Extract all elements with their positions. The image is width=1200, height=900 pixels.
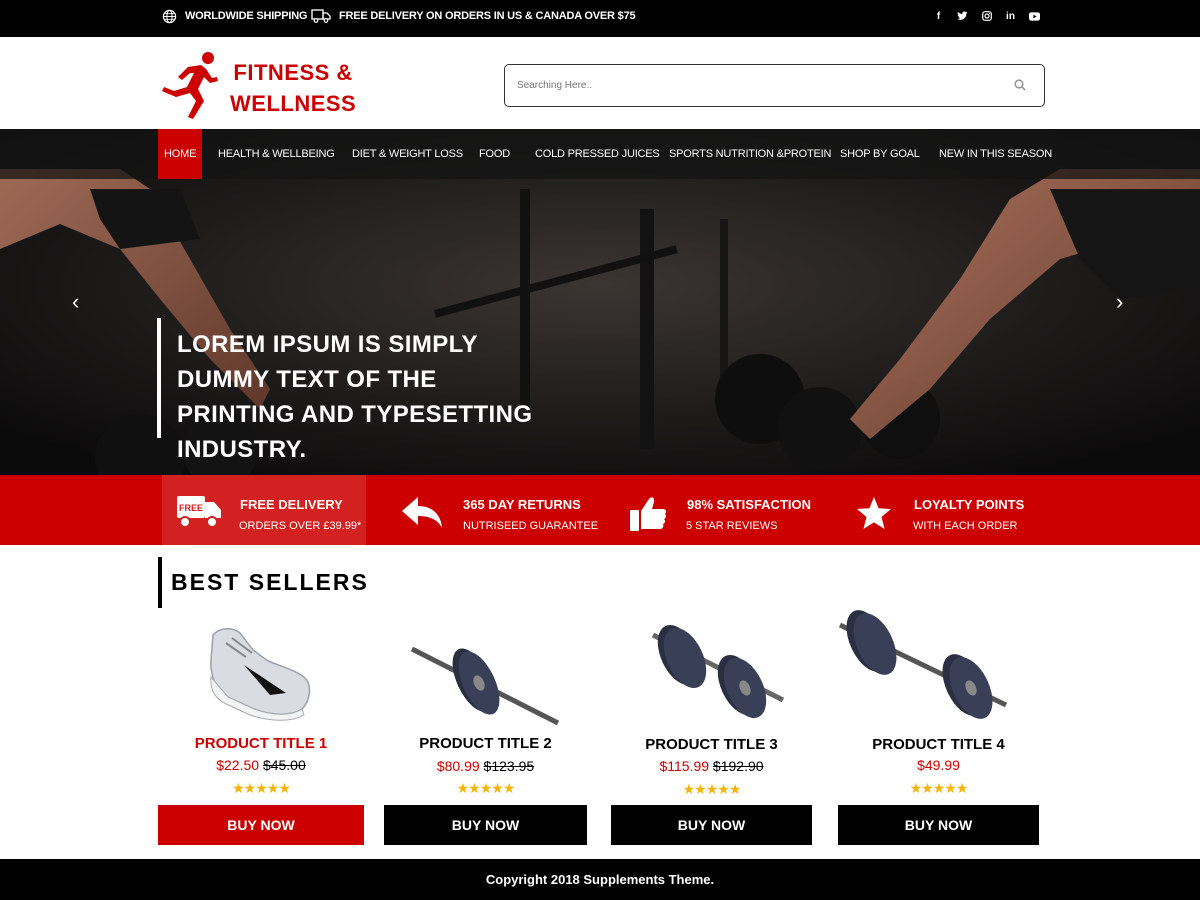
search-box [504, 64, 1045, 107]
old-price: $123.95 [483, 758, 535, 774]
product-price: $49.99 [838, 757, 1039, 773]
nav-cold-pressed-juices[interactable]: COLD PRESSED JUICES [535, 129, 660, 179]
feature-loyalty: LOYALTY POINTS WITH EACH ORDER [856, 475, 1056, 545]
facebook-icon[interactable]: f [933, 11, 944, 22]
product-title[interactable]: PRODUCT TITLE 1 [158, 735, 364, 752]
search-icon[interactable] [1014, 79, 1026, 91]
product-card: PRODUCT TITLE 1 $22.50 $45.00 ★★★★★ BUY … [158, 605, 364, 845]
site-header: FITNESS & WELLNESS [0, 37, 1200, 129]
globe-icon [162, 9, 177, 23]
logo-line1: FITNESS & [233, 60, 353, 85]
product-title[interactable]: PRODUCT TITLE 3 [611, 736, 812, 753]
buy-now-button[interactable]: BUY NOW [158, 805, 364, 845]
star-icon [857, 497, 891, 529]
thumbs-up-icon [630, 497, 667, 531]
site-logo[interactable]: FITNESS & WELLNESS [160, 51, 360, 121]
product-price: $80.99 $123.95 [384, 758, 587, 774]
old-price: $192.90 [712, 758, 764, 774]
old-price: $45.00 [262, 757, 306, 773]
worldwide-shipping-notice: WORLDWIDE SHIPPING [162, 0, 307, 32]
product-title[interactable]: PRODUCT TITLE 2 [384, 735, 587, 752]
logo-line2: WELLNESS [230, 91, 357, 116]
shipping-label: WORLDWIDE SHIPPING [185, 10, 308, 22]
instagram-icon[interactable] [981, 11, 992, 22]
product-price: $115.99 $192.90 [611, 758, 812, 774]
delivery-truck-icon: FREE [177, 496, 221, 528]
product-card: PRODUCT TITLE 4 $49.99 ★★★★★ BUY NOW [838, 605, 1039, 845]
sneaker-image[interactable] [158, 605, 364, 730]
linkedin-icon[interactable]: in [1005, 11, 1016, 22]
site-footer: Copyright 2018 Supplements Theme. [0, 859, 1200, 900]
dumbbell-image[interactable] [611, 605, 812, 730]
youtube-icon[interactable] [1029, 11, 1040, 22]
feature-title: 98% SATISFACTION [687, 497, 812, 512]
barbell-image[interactable] [838, 605, 1039, 730]
feature-free-delivery: FREE FREE DELIVERY ORDERS OVER £39.99* [162, 475, 366, 545]
rating-stars: ★★★★★ [232, 780, 291, 796]
hero-title: LOREM IPSUM IS SIMPLY DUMMY TEXT OF THE … [177, 331, 533, 463]
feature-subtitle: ORDERS OVER £39.99* [239, 520, 362, 532]
buy-now-button[interactable]: BUY NOW [611, 805, 812, 845]
feature-title: 365 DAY RETURNS [463, 497, 581, 512]
main-nav: HOME HEALTH & WELLBEING DIET & WEIGHT LO… [0, 129, 1200, 179]
hero-slider: HOME HEALTH & WELLBEING DIET & WEIGHT LO… [0, 129, 1200, 475]
feature-subtitle: WITH EACH ORDER [913, 520, 1018, 532]
feature-subtitle: 5 STAR REVIEWS [686, 520, 778, 532]
logo-text: FITNESS & WELLNESS [230, 57, 356, 119]
product-card: PRODUCT TITLE 3 $115.99 $192.90 ★★★★★ BU… [611, 605, 812, 845]
delivery-badge-text: FREE [179, 503, 203, 513]
nav-health-wellbeing[interactable]: HEALTH & WELLBEING [218, 129, 335, 179]
search-input[interactable] [517, 65, 997, 106]
return-arrow-icon [402, 497, 442, 528]
hero-accent-bar [157, 318, 161, 438]
truck-icon [311, 9, 331, 23]
section-accent-bar [158, 557, 162, 608]
product-title[interactable]: PRODUCT TITLE 4 [838, 736, 1039, 753]
buy-now-button[interactable]: BUY NOW [384, 805, 587, 845]
nav-sports-nutrition[interactable]: SPORTS NUTRITION &PROTEIN [669, 129, 831, 179]
feature-returns: 365 DAY RETURNS NUTRISEED GUARANTEE [400, 475, 620, 545]
rating-stars: ★★★★★ [909, 780, 969, 796]
section-title: BEST SELLERS [171, 569, 369, 595]
free-delivery-notice: FREE DELIVERY ON ORDERS IN US & CANADA O… [311, 0, 636, 32]
product-price: $22.50 $45.00 [158, 757, 364, 773]
nav-diet-weight-loss[interactable]: DIET & WEIGHT LOSS [352, 129, 463, 179]
nav-food[interactable]: FOOD [479, 129, 510, 179]
features-strip: FREE FREE DELIVERY ORDERS OVER £39.99* 3… [0, 475, 1200, 545]
twitter-icon[interactable] [957, 11, 968, 22]
feature-subtitle: NUTRISEED GUARANTEE [463, 520, 599, 532]
nav-new-in-season[interactable]: NEW IN THIS SEASON [939, 129, 1052, 179]
current-price: $80.99 [436, 758, 480, 774]
rating-stars: ★★★★★ [682, 781, 742, 797]
runner-logo-icon [162, 52, 218, 119]
product-card: PRODUCT TITLE 2 $80.99 $123.95 ★★★★★ BUY… [384, 605, 587, 845]
slider-next-icon[interactable]: › [1116, 289, 1123, 315]
nav-shop-by-goal[interactable]: SHOP BY GOAL [840, 129, 920, 179]
current-price: $49.99 [917, 757, 960, 773]
social-links: f in [933, 0, 1040, 32]
slider-prev-icon[interactable]: ‹ [72, 289, 79, 315]
feature-title: LOYALTY POINTS [914, 497, 1025, 512]
feature-satisfaction: 98% SATISFACTION 5 STAR REVIEWS [628, 475, 848, 545]
current-price: $115.99 [659, 758, 710, 774]
feature-title: FREE DELIVERY [240, 497, 343, 512]
nav-home[interactable]: HOME [158, 129, 203, 179]
top-bar: WORLDWIDE SHIPPING FREE DELIVERY ON ORDE… [0, 0, 1200, 37]
current-price: $22.50 [216, 757, 260, 773]
copyright-text: Copyright 2018 Supplements Theme. [485, 872, 715, 887]
delivery-label: FREE DELIVERY ON ORDERS IN US & CANADA O… [339, 10, 636, 22]
buy-now-button[interactable]: BUY NOW [838, 805, 1039, 845]
rating-stars: ★★★★★ [456, 780, 516, 796]
barbell-image[interactable] [384, 605, 587, 730]
